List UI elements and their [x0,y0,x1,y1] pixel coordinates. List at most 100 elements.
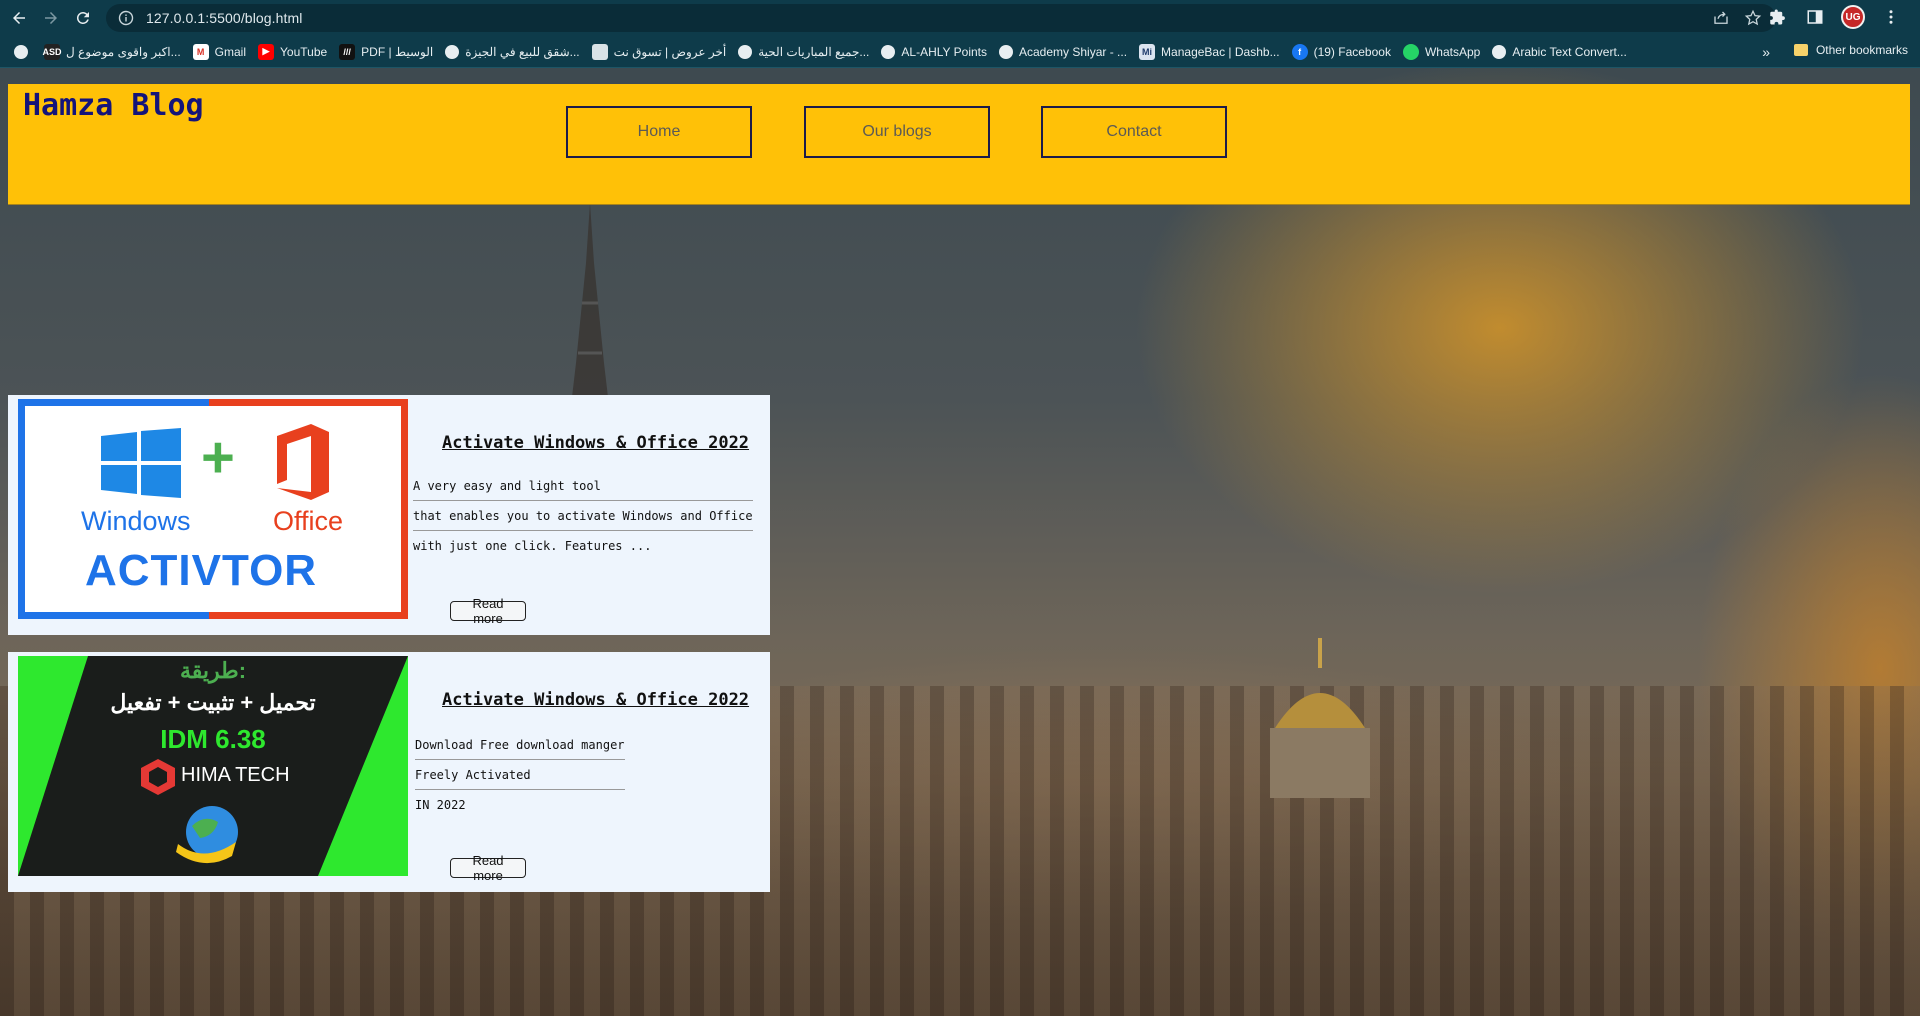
post-thumbnail[interactable]: + Windows Office ACTIVTOR [18,399,408,619]
side-panel-icon [1807,10,1823,24]
bookmark-label: Academy Shiyar - ... [1019,44,1128,59]
bookmark-item[interactable]: ▶ YouTube [258,43,328,60]
bookmark-item[interactable]: Academy Shiyar - ... [999,44,1128,59]
browser-toolbar: 127.0.0.1:5500/blog.html UG [0,0,1920,36]
excerpt-line: Download Free download manger [415,730,625,760]
bookmark-label: PDF | الوسيط [361,44,434,59]
read-more-button[interactable]: Read more [450,596,526,626]
globe-icon [738,44,753,59]
page-viewport: Hamza Blog Home Our blogs Contact + Wind… [0,68,1920,1016]
post-excerpt: A very easy and light tool that enables … [413,471,753,560]
arrow-right-icon [45,12,57,24]
bookmark-item[interactable]: AL-AHLY Points [881,44,987,59]
thumbnail-caption-3: IDM 6.38 [160,724,266,754]
dome-illustration [1270,638,1370,798]
bookmark-label: AL-AHLY Points [901,44,987,59]
plus-sign: + [201,425,235,490]
excerpt-line: A very easy and light tool [413,471,753,501]
bookmark-label: (19) Facebook [1313,44,1391,59]
menu-button[interactable] [1878,4,1904,30]
post-thumbnail[interactable]: طريقة: تحميل + تثبيت + تفعيل IDM 6.38 HI… [18,656,408,876]
bookmark-label: أخر عروض | تسوق نت [613,44,727,59]
windows-logo-icon [101,428,181,498]
bookmark-item[interactable]: f (19) Facebook [1291,43,1391,60]
bookmarks-bar: ASD اكبر واقوى موضوع ل... M Gmail ▶ YouT… [0,36,1920,68]
post-title[interactable]: Activate Windows & Office 2022 [442,433,749,453]
bookmark-label: YouTube [280,44,328,59]
bookmark-item[interactable]: WhatsApp [1402,43,1481,60]
bookmark-item[interactable]: Arabic Text Convert... [1492,44,1627,59]
site-title[interactable]: Hamza Blog [23,88,204,123]
share-icon[interactable] [1712,9,1730,27]
bookmark-label: اكبر واقوى موضوع ل... [66,44,181,59]
nav-contact-button[interactable]: Contact [1041,106,1227,158]
facebook-icon: f [1291,43,1308,60]
thumbnail-panel: + Windows Office ACTIVTOR [25,406,401,612]
bookmark-label: WhatsApp [1424,44,1481,59]
extensions-button[interactable] [1764,4,1790,30]
gmail-icon: M [192,43,209,60]
back-button[interactable] [6,5,32,31]
bookmark-item[interactable]: Mi ManageBac | Dashb... [1139,43,1280,60]
globe-icon [445,44,460,59]
excerpt-line: Freely Activated [415,760,625,790]
windows-label: Windows [81,506,191,536]
bookmark-item[interactable]: جميع المباريات الحية... [738,44,870,59]
bookmark-label: جميع المباريات الحية... [758,44,870,59]
site-header: Hamza Blog Home Our blogs Contact [8,84,1910,205]
more-bookmarks-button[interactable]: » [1762,44,1770,60]
bookmark-globe[interactable] [14,44,34,59]
excerpt-line: with just one click. Features ... [413,539,652,553]
office-logo-icon [277,424,329,500]
thumbnail-caption-2: تحميل + تثبيت + تفعيل [110,690,316,715]
reload-icon [76,11,89,24]
arrow-left-icon [13,12,25,24]
other-bookmarks[interactable]: Other bookmarks [1793,43,1908,57]
bookmark-item[interactable]: M Gmail [192,43,247,60]
post-title[interactable]: Activate Windows & Office 2022 [442,690,749,710]
bookmark-label: Gmail [214,44,247,59]
bookmark-item[interactable]: ASD اكبر واقوى موضوع ل... [43,43,181,60]
forward-button[interactable] [38,5,64,31]
star-icon[interactable] [1744,9,1762,27]
url-text: 127.0.0.1:5500/blog.html [146,10,303,26]
address-bar[interactable]: 127.0.0.1:5500/blog.html [106,4,1776,32]
thumbnail-green-right [318,656,408,876]
thumbnail-caption-1: طريقة: [179,658,247,683]
asd-icon: ASD [43,43,62,60]
globe-icon [999,44,1013,59]
excerpt-line: that enables you to activate Windows and… [413,501,753,531]
thumbnail-brand: HIMA TECH [181,764,290,786]
puzzle-icon [1770,9,1785,25]
other-bookmarks-label: Other bookmarks [1815,43,1908,57]
globe-icon [14,44,28,59]
bookmark-label: ManageBac | Dashb... [1161,44,1280,59]
office-label: Office [273,506,344,536]
profile-button[interactable]: UG [1840,4,1866,30]
bookmark-item[interactable]: أخر عروض | تسوق نت [591,43,727,60]
managebac-icon: Mi [1139,43,1156,60]
read-more-button[interactable]: Read more [450,853,526,883]
avatar: UG [1841,5,1865,29]
nav-blogs-button[interactable]: Our blogs [804,106,990,158]
idm-globe-icon [176,806,238,864]
excerpt-line: IN 2022 [415,798,466,812]
blog-card: + Windows Office ACTIVTOR Activate Windo… [8,395,770,635]
youtube-icon: ▶ [258,43,275,60]
hima-tech-logo-icon [141,759,175,795]
blog-card: طريقة: تحميل + تثبيت + تفعيل IDM 6.38 HI… [8,652,770,892]
thumbnail-green-left [18,656,88,876]
globe-icon [1492,44,1507,59]
bookmark-item[interactable]: شقق للبيع في الجيزة... [445,44,580,59]
reload-button[interactable] [70,5,96,31]
bookmark-label: Arabic Text Convert... [1512,44,1627,59]
post-excerpt: Download Free download manger Freely Act… [415,730,625,819]
info-icon [118,10,134,26]
bookmark-label: شقق للبيع في الجيزة... [465,44,580,59]
whatsapp-icon [1402,43,1419,60]
activator-banner-text: ACTIVTOR [85,546,318,595]
globe-icon [881,44,896,59]
bookmark-item[interactable]: /// PDF | الوسيط [339,43,434,60]
nav-home-button[interactable]: Home [566,106,752,158]
side-panel-button[interactable] [1802,4,1828,30]
